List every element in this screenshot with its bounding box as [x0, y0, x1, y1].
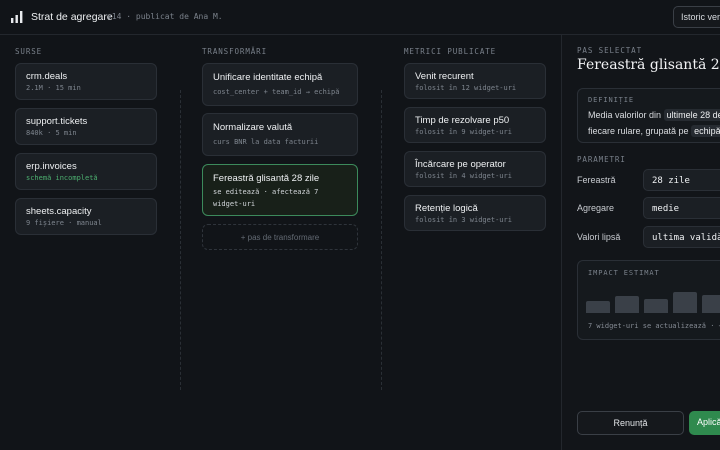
param-label-missing: Valori lipsă: [577, 232, 621, 242]
apply-button[interactable]: Aplică: [689, 411, 720, 435]
param-window-field[interactable]: 28 zile: [643, 169, 720, 191]
source-card-erp-invoices[interactable]: erp.invoices schemă incompletă: [15, 153, 157, 190]
metric-meta: folosit în 12 widget-uri: [415, 84, 517, 92]
inspector-panel: PAS SELECTAT Fereastră glisantă 28 zile …: [561, 35, 720, 450]
definition-text: fiecare rulare, grupată pe: [588, 126, 689, 136]
definition-box: DEFINIȚIE Media valorilor din ultimele 2…: [577, 88, 720, 143]
connector-line: [180, 90, 181, 390]
metric-name: Retenție logică: [415, 203, 478, 214]
param-label-aggregation: Agregare: [577, 203, 615, 213]
metric-name: Venit recurent: [415, 71, 474, 82]
impact-bar: [586, 301, 610, 313]
source-status-warning: schemă incompletă: [26, 174, 98, 182]
metric-card-logical-retention[interactable]: Retenție logică folosit în 3 widget-uri: [404, 195, 546, 231]
source-name: erp.invoices: [26, 161, 77, 172]
version-info: v14 · publicat de Ana M.: [107, 12, 223, 21]
transform-card-currency[interactable]: Normalizare valută curs BNR la data fact…: [202, 113, 358, 156]
impact-summary: 7 widget-uri se actualizează · +2: [588, 322, 720, 330]
metric-name: Încărcare pe operator: [415, 159, 506, 170]
metric-name: Timp de rezolvare p50: [415, 115, 510, 126]
transform-card-team-identity[interactable]: Unificare identitate echipă cost_center …: [202, 63, 358, 106]
add-transform-button[interactable]: + pas de transformare: [202, 224, 358, 250]
impact-bar: [673, 292, 697, 313]
param-label-window: Fereastră: [577, 175, 616, 185]
metrics-heading: METRICI PUBLICATE: [404, 47, 497, 56]
impact-bar: [615, 296, 639, 313]
sources-heading: SURSE: [15, 47, 43, 56]
transform-meta: cost_center + team_id → echipă: [213, 88, 340, 96]
selected-step-title: Fereastră glisantă 28 zile: [577, 57, 720, 73]
metric-meta: folosit în 3 widget-uri: [415, 216, 512, 224]
app-title: Strat de agregare: [31, 11, 113, 23]
source-meta: 840k · 5 min: [26, 129, 77, 137]
transform-name: Normalizare valută: [213, 122, 293, 133]
selected-step-label: PAS SELECTAT: [577, 46, 642, 55]
bar-chart-icon: [11, 11, 23, 23]
definition-chip-group: echipă: [691, 125, 720, 137]
source-name: support.tickets: [26, 116, 88, 127]
impact-bar: [702, 295, 720, 313]
impact-label: IMPACT ESTIMAT: [588, 269, 660, 277]
definition-line-1: Media valorilor din ultimele 28 de zile: [588, 109, 720, 121]
transform-name: Fereastră glisantă 28 zile: [213, 173, 320, 184]
source-name: sheets.capacity: [26, 206, 92, 217]
metric-meta: folosit în 4 widget-uri: [415, 172, 512, 180]
metric-meta: folosit în 9 widget-uri: [415, 128, 512, 136]
source-card-crm-deals[interactable]: crm.deals 2.1M · 15 min: [15, 63, 157, 100]
impact-bar: [644, 299, 668, 313]
source-name: crm.deals: [26, 71, 68, 82]
connector-line: [381, 90, 382, 390]
metric-card-resolution-time[interactable]: Timp de rezolvare p50 folosit în 9 widge…: [404, 107, 546, 143]
definition-line-2: fiecare rulare, grupată pe echipă.: [588, 125, 720, 137]
cancel-button[interactable]: Renunță: [577, 411, 684, 435]
transform-meta: se editează · afectează 7 widget-uri: [213, 188, 319, 208]
source-meta: 9 fișiere · manual: [26, 219, 102, 227]
transform-name: Unificare identitate echipă: [213, 72, 323, 83]
history-button[interactable]: Istoric versiuni: [673, 6, 720, 28]
source-card-support-tickets[interactable]: support.tickets 840k · 5 min: [15, 108, 157, 145]
top-bar: Strat de agregare v14 · publicat de Ana …: [0, 0, 720, 35]
impact-box: IMPACT ESTIMAT 7 widget-uri se actualize…: [577, 260, 720, 340]
transforms-heading: TRANSFORMĂRI: [202, 47, 267, 56]
transform-meta: curs BNR la data facturii: [213, 138, 319, 146]
param-missing-select[interactable]: ultima validă: [643, 226, 720, 248]
parameters-label: PARAMETRI: [577, 155, 626, 164]
metric-card-recurring-revenue[interactable]: Venit recurent folosit în 12 widget-uri: [404, 63, 546, 99]
definition-label: DEFINIȚIE: [588, 96, 635, 104]
definition-chip-window: ultimele 28 de zile: [663, 109, 720, 121]
definition-text: Media valorilor din: [588, 110, 662, 120]
param-aggregation-select[interactable]: medie: [643, 197, 720, 219]
source-card-sheets-capacity[interactable]: sheets.capacity 9 fișiere · manual: [15, 198, 157, 235]
transform-card-rolling-window[interactable]: Fereastră glisantă 28 zile se editează ·…: [202, 164, 358, 216]
metric-card-operator-load[interactable]: Încărcare pe operator folosit în 4 widge…: [404, 151, 546, 187]
source-meta: 2.1M · 15 min: [26, 84, 81, 92]
